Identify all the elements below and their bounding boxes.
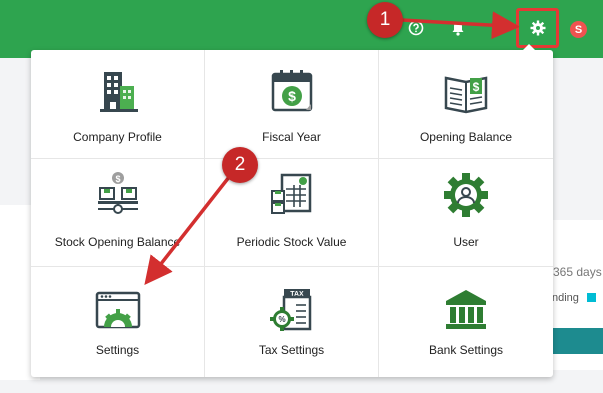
user-gear-icon (442, 171, 490, 219)
svg-text:$: $ (115, 174, 120, 184)
menu-item-label: Fiscal Year (262, 130, 321, 144)
avatar[interactable]: S (570, 21, 587, 38)
settings-dropdown-menu: Company Profile $ Fiscal Year $ Opening … (31, 44, 553, 377)
menu-item-label: Tax Settings (258, 343, 325, 357)
ledger-book-icon: $ (442, 68, 490, 116)
stock-sheet-icon (268, 171, 316, 219)
background-teal-bar (550, 328, 603, 354)
menu-item-label: Bank Settings (428, 343, 504, 357)
help-icon[interactable] (405, 17, 427, 39)
tax-document-icon: TAX % (268, 287, 316, 335)
gear-highlight-box (516, 8, 559, 48)
menu-item-bank-settings[interactable]: Bank Settings (379, 267, 553, 377)
menu-item-settings[interactable]: Settings (31, 267, 205, 377)
menu-item-user[interactable]: User (379, 159, 553, 267)
company-building-icon (94, 68, 142, 116)
svg-text:$: $ (288, 88, 296, 104)
menu-item-tax-settings[interactable]: TAX % Tax Settings (205, 267, 379, 377)
svg-text:$: $ (473, 80, 480, 94)
menu-item-fiscal-year[interactable]: $ Fiscal Year (205, 50, 379, 159)
menu-item-label: User (453, 235, 479, 249)
stock-boxes-icon: $ (94, 171, 142, 219)
bell-icon[interactable] (447, 17, 469, 39)
legend-swatch (587, 293, 596, 302)
menu-item-label: Settings (95, 343, 140, 357)
step-marker-2: 2 (222, 147, 258, 183)
step-marker-1: 1 (367, 2, 403, 38)
menu-item-label: Periodic Stock Value (236, 235, 347, 249)
calendar-dollar-icon: $ (268, 68, 316, 116)
window-gear-icon (94, 287, 142, 335)
apps-icon[interactable] (487, 17, 509, 39)
bank-icon (442, 287, 490, 335)
menu-item-company-profile[interactable]: Company Profile (31, 50, 205, 159)
menu-item-opening-balance[interactable]: $ Opening Balance (379, 50, 553, 159)
menu-item-label: Opening Balance (419, 130, 513, 144)
svg-text:%: % (278, 315, 285, 324)
background-legend-text: nding (552, 292, 579, 304)
menu-item-label: Stock Opening Balance (54, 235, 181, 249)
menu-item-stock-opening-balance[interactable]: $ Stock Opening Balance (31, 159, 205, 267)
background-days-text: 365 days (553, 265, 602, 279)
menu-item-label: Company Profile (73, 130, 162, 144)
